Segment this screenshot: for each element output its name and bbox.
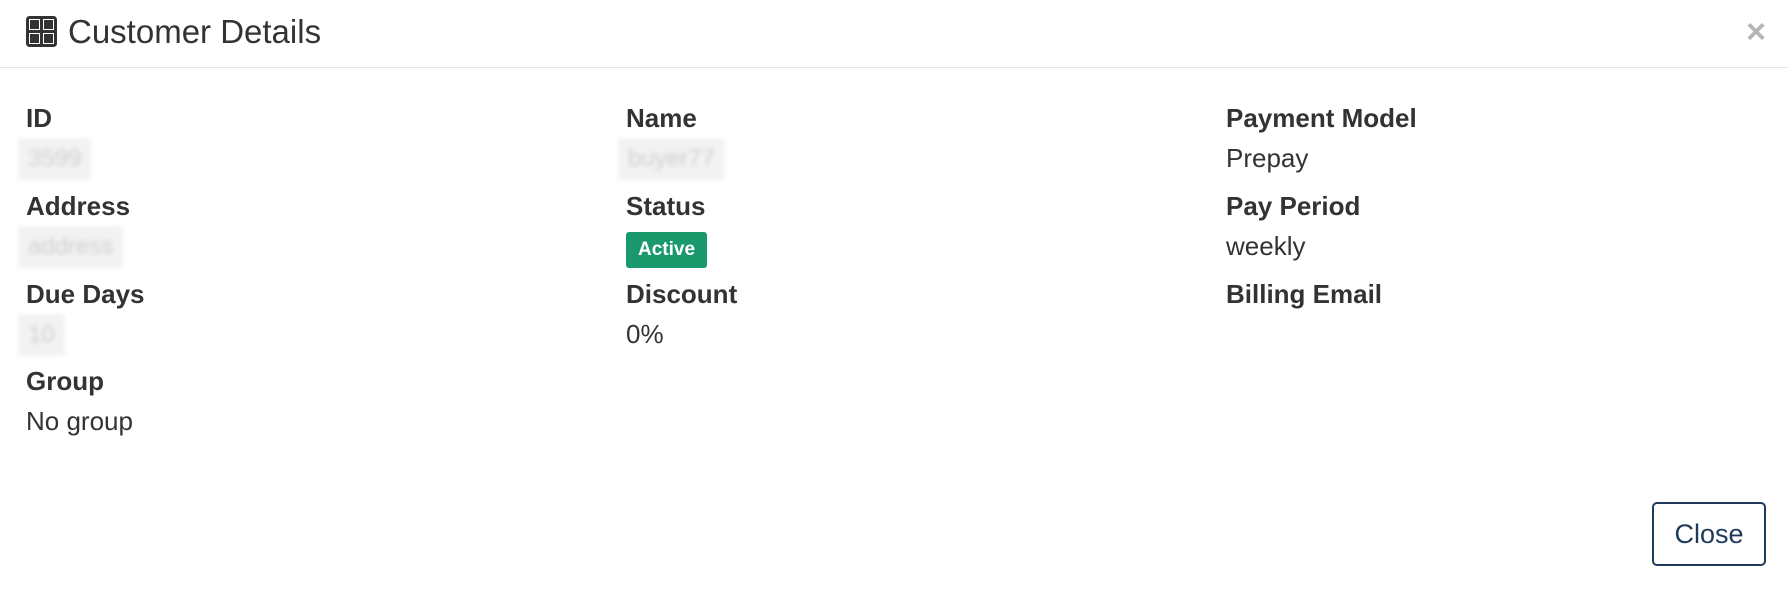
modal-title: Customer Details	[68, 13, 322, 50]
field-label: Payment Model	[1226, 103, 1417, 133]
field-value: weekly	[1226, 231, 1306, 261]
field-value: Prepay	[1226, 143, 1309, 173]
field-label: Discount	[626, 279, 738, 309]
field-label: Name	[626, 103, 697, 133]
field-value-redacted: 10	[18, 314, 65, 356]
status-badge: Active	[626, 232, 708, 268]
field-billing-email: Billing Email	[1226, 276, 1786, 376]
field-label: Status	[626, 191, 706, 221]
close-button[interactable]: Close	[1652, 502, 1766, 566]
field-pay-period: Pay Period weekly	[1226, 188, 1786, 288]
field-value-redacted: address	[18, 226, 124, 268]
field-value-redacted: 3599	[18, 138, 92, 180]
field-value: No group	[26, 406, 133, 436]
modal-header: Customer Details ×	[0, 0, 1788, 68]
field-value-redacted: buyer77	[618, 138, 725, 180]
field-name: Name buyer77	[618, 100, 1186, 200]
field-label: Pay Period	[1226, 191, 1361, 221]
grid-icon	[26, 16, 57, 47]
field-label: Billing Email	[1226, 279, 1383, 309]
field-label: Group	[26, 366, 104, 396]
field-status: Status Active	[626, 188, 1186, 288]
field-label: Address	[26, 191, 131, 221]
field-discount: Discount 0%	[626, 276, 1186, 376]
close-icon[interactable]: ×	[1746, 14, 1766, 50]
field-payment-model: Payment Model Prepay	[1226, 100, 1786, 200]
field-id: ID 3599	[18, 100, 586, 200]
field-group: Group No group	[26, 363, 586, 463]
field-label: Due Days	[26, 279, 145, 309]
customer-details-modal: Customer Details × ID 3599 Address addre…	[0, 0, 1788, 592]
field-address: Address address	[18, 188, 586, 288]
field-value: 0%	[626, 319, 664, 349]
field-due-days: Due Days 10	[18, 276, 586, 376]
field-label: ID	[26, 103, 52, 133]
